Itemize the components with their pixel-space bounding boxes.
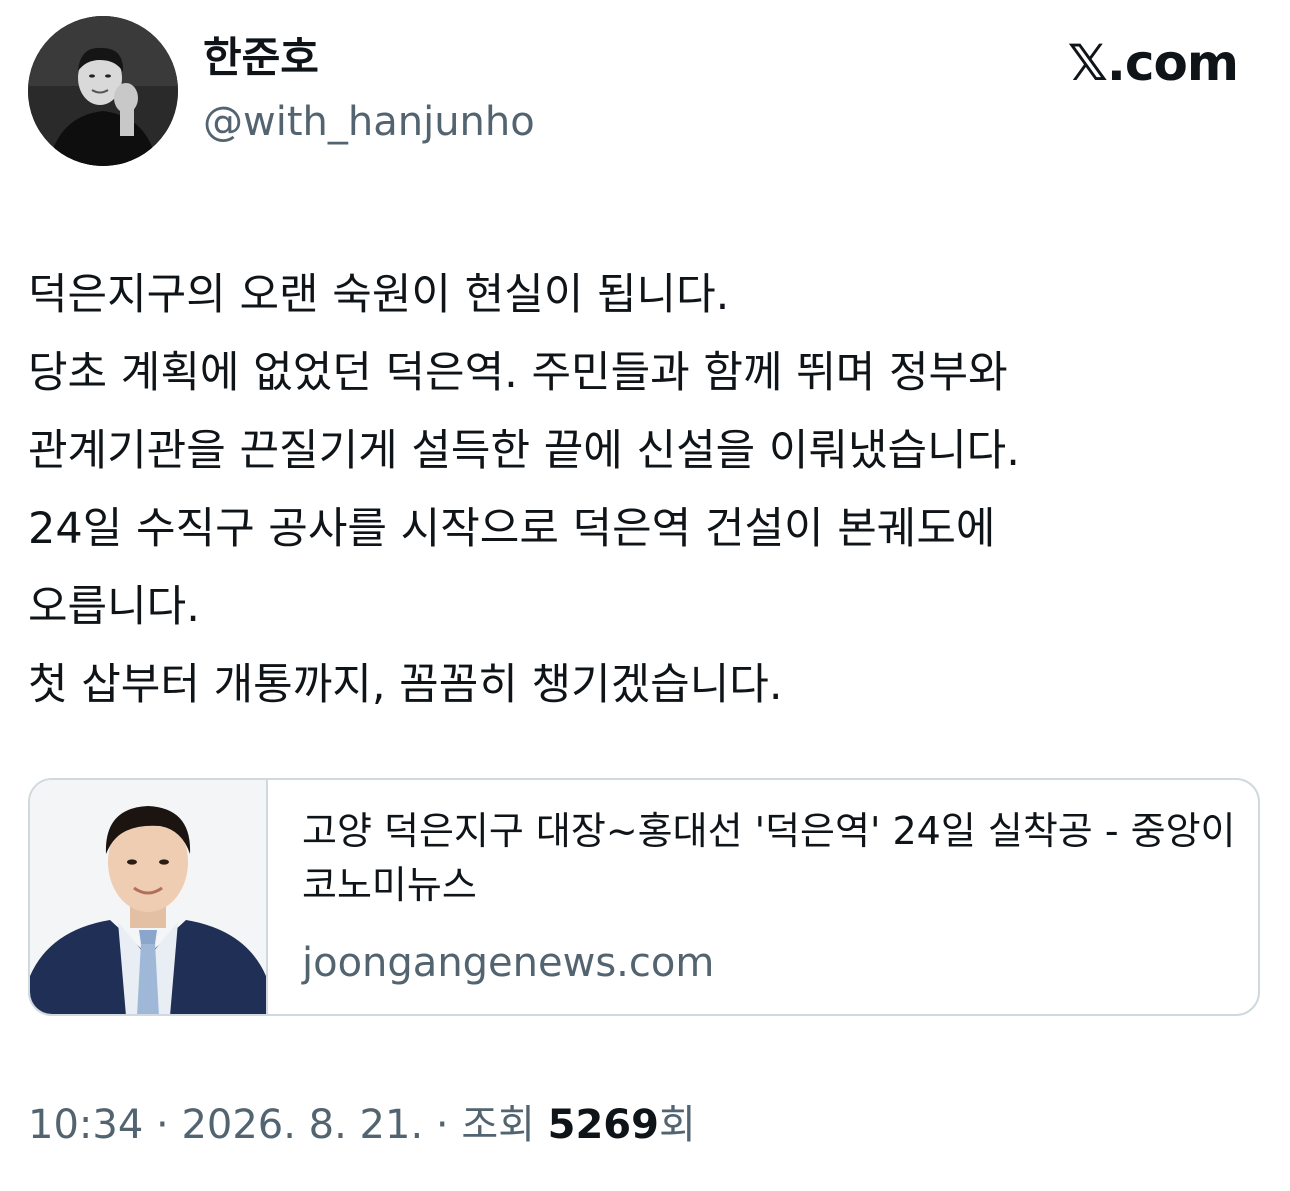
portrait-photo-icon (30, 780, 266, 1014)
tweet-screenshot: 한준호 @with_hanjunho 𝕏.com 덕은지구의 오랜 숙원이 현실… (0, 0, 1290, 1191)
tweet-line: 당초 계획에 없었던 덕은역. 주민들과 함께 뛰며 정부와 (28, 348, 1008, 398)
views-count: 5269 (547, 1102, 659, 1148)
views-label: 조회 (461, 1102, 535, 1148)
tweet-date[interactable]: 2026. 8. 21. (181, 1102, 423, 1148)
tweet-line: 첫 삽부터 개통까지, 꼼꼼히 챙기겠습니다. (28, 660, 783, 710)
author-avatar[interactable] (28, 16, 178, 166)
tweet-meta: 10:34 · 2026. 8. 21. · 조회 5269회 (28, 1098, 696, 1152)
tweet-line: 24일 수직구 공사를 시작으로 덕은역 건설이 본궤도에 (28, 504, 996, 554)
tweet-line: 오릅니다. (28, 582, 200, 632)
tweet-text: 덕은지구의 오랜 숙원이 현실이 됩니다. 당초 계획에 없었던 덕은역. 주민… (28, 256, 1268, 724)
tweet-line: 덕은지구의 오랜 숙원이 현실이 됩니다. (28, 270, 730, 320)
link-domain: joongangenews.com (302, 940, 715, 986)
link-thumbnail (30, 780, 268, 1014)
author-display-name[interactable]: 한준호 (203, 30, 319, 86)
meta-separator: · (143, 1102, 182, 1148)
x-logo-brand: 𝕏.com (1067, 34, 1239, 92)
views-suffix: 회 (658, 1102, 696, 1148)
tweet-time[interactable]: 10:34 (28, 1102, 143, 1148)
tweet-line: 관계기관을 끈질기게 설득한 끝에 신설을 이뤄냈습니다. (28, 426, 1020, 476)
link-preview-card[interactable]: 고양 덕은지구 대장~홍대선 '덕은역' 24일 실착공 - 중앙이코노미뉴스 … (28, 778, 1260, 1016)
meta-separator: · (423, 1102, 462, 1148)
author-handle[interactable]: @with_hanjunho (203, 96, 535, 148)
profile-photo-icon (28, 16, 178, 166)
link-title[interactable]: 고양 덕은지구 대장~홍대선 '덕은역' 24일 실착공 - 중앙이코노미뉴스 (302, 804, 1242, 912)
